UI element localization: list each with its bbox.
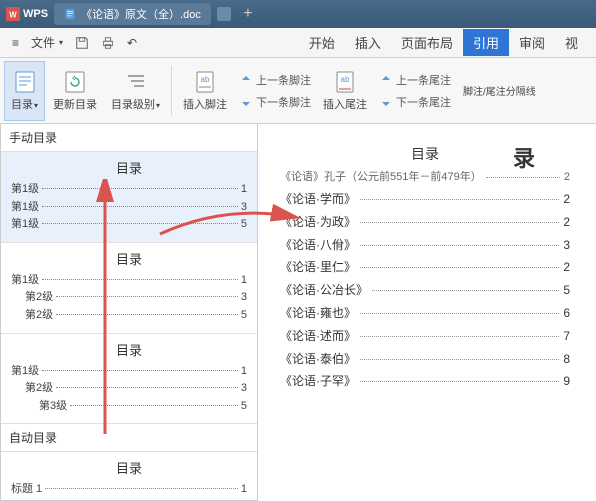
toc-line: 第2级5 — [11, 307, 247, 325]
toc-template-title: 目录 — [1, 334, 257, 363]
ribbon: 目录▾ 更新目录 目录级别▾ ab 插入脚注 上一条脚注 下一条脚注 ab 插入… — [0, 58, 596, 124]
document-preview: 录 目录 《论语》孔子（公元前551年－前479年）2 《论语·学而》2《论语·… — [270, 136, 580, 401]
print-icon[interactable] — [97, 34, 119, 52]
prev-footnote-button[interactable]: 上一条脚注 — [235, 70, 315, 90]
corner-character: 录 — [513, 141, 535, 173]
toc-entry: 《论语·子罕》9 — [280, 370, 570, 393]
toc-line: 第1级1 — [11, 272, 247, 290]
toc-entry: 《论语·学而》2 — [280, 188, 570, 211]
footnote-separator-button[interactable]: 脚注/尾注分隔线 — [457, 61, 542, 121]
toc-line: 第2级3 — [11, 380, 247, 398]
toc-entry: 《论语·八佾》3 — [280, 234, 570, 257]
separator — [171, 66, 172, 116]
tab-view[interactable]: 视 — [555, 29, 588, 56]
tab-review[interactable]: 审阅 — [509, 29, 555, 56]
insert-footnote-button[interactable]: ab 插入脚注 — [177, 61, 233, 121]
prev-endnote-button[interactable]: 上一条尾注 — [375, 70, 455, 90]
toc-entry: 《论语·述而》7 — [280, 325, 570, 348]
document-tab[interactable]: 《论语》原文（全）.doc — [54, 3, 211, 25]
toc-line: 第1级1 — [11, 181, 247, 199]
toc-line: 第1级3 — [11, 199, 247, 217]
file-menu[interactable]: 文件▾ — [27, 32, 67, 53]
toc-entry: 《论语·公冶长》5 — [280, 279, 570, 302]
tab-references[interactable]: 引用 — [463, 29, 509, 56]
undo-icon[interactable]: ↶ — [123, 34, 141, 52]
app-logo: W WPS — [6, 7, 48, 21]
toc-line: 第1级5 — [11, 216, 247, 234]
add-tab-button[interactable]: + — [237, 4, 259, 24]
toc-entry: 《论语·里仁》2 — [280, 256, 570, 279]
toc-template-title: 目录 — [1, 152, 257, 181]
toc-line: 第1级1 — [11, 363, 247, 381]
tab-start[interactable]: 开始 — [299, 29, 345, 56]
svg-text:ab: ab — [341, 75, 350, 84]
next-footnote-button[interactable]: 下一条脚注 — [235, 92, 315, 112]
save-icon[interactable] — [71, 34, 93, 52]
toc-entry: 《论语·雍也》6 — [280, 302, 570, 325]
insert-endnote-button[interactable]: ab 插入尾注 — [317, 61, 373, 121]
toc-template-title: 目录 — [1, 243, 257, 272]
toc-entry: 《论语·为政》2 — [280, 211, 570, 234]
toc-template-option[interactable]: 目录第1级1第1级3第1级5 — [1, 152, 257, 243]
toc-button[interactable]: 目录▾ — [4, 61, 45, 121]
hamburger-icon[interactable]: ≡ — [8, 34, 23, 52]
toc-level-button[interactable]: 目录级别▾ — [105, 61, 166, 121]
svg-text:W: W — [9, 11, 17, 20]
toc-line: 第3级5 — [11, 398, 247, 416]
tab-layout[interactable]: 页面布局 — [391, 29, 463, 56]
toc-template-option[interactable]: 目录第1级1第2级3第2级5 — [1, 243, 257, 334]
workspace: 手动目录 目录第1级1第1级3第1级5目录第1级1第2级3第2级5目录第1级1第… — [0, 124, 596, 501]
toc-template-option[interactable]: 目录标题 11标题 23 — [1, 452, 257, 501]
footnote-nav: 上一条脚注 下一条脚注 — [235, 70, 315, 112]
update-toc-button[interactable]: 更新目录 — [47, 61, 103, 121]
title-bar: W WPS 《论语》原文（全）.doc + — [0, 0, 596, 28]
toc-line: 标题 11 — [11, 481, 247, 499]
next-endnote-button[interactable]: 下一条尾注 — [375, 92, 455, 112]
manual-toc-header: 手动目录 — [1, 124, 257, 152]
toc-template-title: 目录 — [1, 452, 257, 481]
endnote-nav: 上一条尾注 下一条尾注 — [375, 70, 455, 112]
quick-access-bar: ≡ 文件▾ ↶ 开始 插入 页面布局 引用 审阅 视 — [0, 28, 596, 58]
menu-tabs: 开始 插入 页面布局 引用 审阅 视 — [299, 29, 588, 56]
tab-icon — [217, 7, 231, 21]
toc-entry: 《论语·泰伯》8 — [280, 348, 570, 371]
toc-line: 第2级3 — [11, 289, 247, 307]
auto-toc-header: 自动目录 — [1, 424, 257, 452]
toc-dropdown-panel: 手动目录 目录第1级1第1级3第1级5目录第1级1第2级3第2级5目录第1级1第… — [0, 124, 258, 501]
toc-template-option[interactable]: 目录第1级1第2级3第3级5 — [1, 334, 257, 425]
svg-text:ab: ab — [201, 75, 210, 84]
tab-insert[interactable]: 插入 — [345, 29, 391, 56]
